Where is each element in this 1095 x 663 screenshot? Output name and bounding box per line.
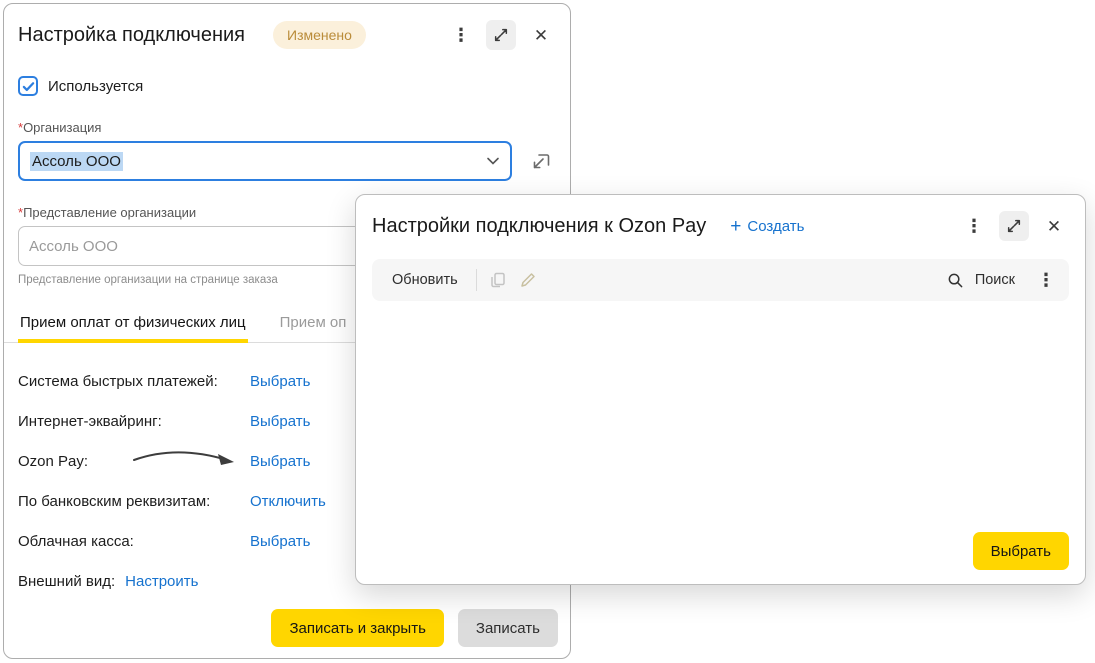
search-button[interactable] xyxy=(941,265,971,295)
toolbar-right: Поиск ⋮ xyxy=(941,265,1061,295)
tab-legal-payments[interactable]: Прием оп xyxy=(278,308,349,343)
org-combobox[interactable]: Ассоль ООО xyxy=(18,141,512,181)
create-button-label: Создать xyxy=(747,218,804,235)
toolbar-divider xyxy=(476,269,477,291)
setting-label: Система быстрых платежей: xyxy=(18,373,250,390)
search-icon xyxy=(947,272,964,289)
menu-button[interactable]: ⋮ xyxy=(959,211,989,241)
close-icon: ✕ xyxy=(1047,218,1061,235)
modal-actions: ⋮ ✕ xyxy=(959,211,1069,241)
modified-badge: Изменено xyxy=(273,21,366,49)
window-header: Настройка подключения Изменено ⋮ ✕ xyxy=(4,4,570,50)
page-title: Настройка подключения xyxy=(18,24,245,47)
acquiring-select-link[interactable]: Выбрать xyxy=(250,413,310,430)
window-actions: ⋮ ✕ xyxy=(446,20,556,50)
ozon-pay-settings-modal: Настройки подключения к Ozon Pay + Созда… xyxy=(355,194,1086,585)
org-combo-row: Ассоль ООО xyxy=(18,141,556,181)
close-button[interactable]: ✕ xyxy=(1039,211,1069,241)
plus-icon: + xyxy=(730,217,741,236)
modal-title: Настройки подключения к Ozon Pay xyxy=(372,215,706,238)
expand-button[interactable] xyxy=(486,20,516,50)
screen: Настройка подключения Изменено ⋮ ✕ xyxy=(0,0,1095,663)
create-button[interactable]: + Создать xyxy=(730,217,804,236)
select-from-list-button[interactable] xyxy=(526,146,556,176)
modal-toolbar: Обновить Поиск xyxy=(372,259,1069,301)
refresh-button[interactable]: Обновить xyxy=(380,272,470,288)
modal-header: Настройки подключения к Ozon Pay + Созда… xyxy=(356,195,1085,241)
checkmark-icon xyxy=(22,80,35,93)
kebab-icon: ⋮ xyxy=(452,26,470,44)
copy-icon xyxy=(489,271,507,289)
kebab-icon: ⋮ xyxy=(1037,271,1055,289)
edit-icon xyxy=(519,271,537,289)
tab-individual-payments[interactable]: Прием оплат от физических лиц xyxy=(18,308,248,343)
close-icon: ✕ xyxy=(534,27,548,44)
ozon-pay-select-link[interactable]: Выбрать xyxy=(250,453,310,470)
kebab-icon: ⋮ xyxy=(965,217,983,235)
chevron-down-icon xyxy=(486,156,500,166)
copy-button[interactable] xyxy=(483,265,513,295)
used-checkbox[interactable] xyxy=(18,76,38,96)
setting-label: По банковским реквизитам: xyxy=(18,493,250,510)
modal-select-button[interactable]: Выбрать xyxy=(973,532,1069,570)
setting-label: Внешний вид: xyxy=(18,573,115,590)
expand-icon xyxy=(1006,218,1022,234)
expand-icon xyxy=(493,27,509,43)
toolbar-menu-button[interactable]: ⋮ xyxy=(1031,265,1061,295)
search-label: Поиск xyxy=(975,272,1015,288)
cloud-kassa-select-link[interactable]: Выбрать xyxy=(250,533,310,550)
save-and-close-button[interactable]: Записать и закрыть xyxy=(271,609,443,647)
modal-list-area xyxy=(356,301,1085,531)
edit-button[interactable] xyxy=(513,265,543,295)
org-value-text: Ассоль ООО xyxy=(30,152,123,171)
sbp-select-link[interactable]: Выбрать xyxy=(250,373,310,390)
used-checkbox-label: Используется xyxy=(48,78,143,95)
used-row: Используется xyxy=(18,76,556,96)
select-from-list-icon xyxy=(530,150,552,172)
setting-label: Облачная касса: xyxy=(18,533,250,550)
bank-details-disable-link[interactable]: Отключить xyxy=(250,493,326,510)
appearance-configure-link[interactable]: Настроить xyxy=(125,573,198,590)
setting-label: Ozon Pay: xyxy=(18,453,250,470)
close-button[interactable]: ✕ xyxy=(526,20,556,50)
expand-button[interactable] xyxy=(999,211,1029,241)
setting-label: Интернет-эквайринг: xyxy=(18,413,250,430)
menu-button[interactable]: ⋮ xyxy=(446,20,476,50)
save-button[interactable]: Записать xyxy=(458,609,558,647)
org-field-label: *Организация xyxy=(18,120,556,135)
window-footer: Записать и закрыть Записать xyxy=(271,609,558,647)
